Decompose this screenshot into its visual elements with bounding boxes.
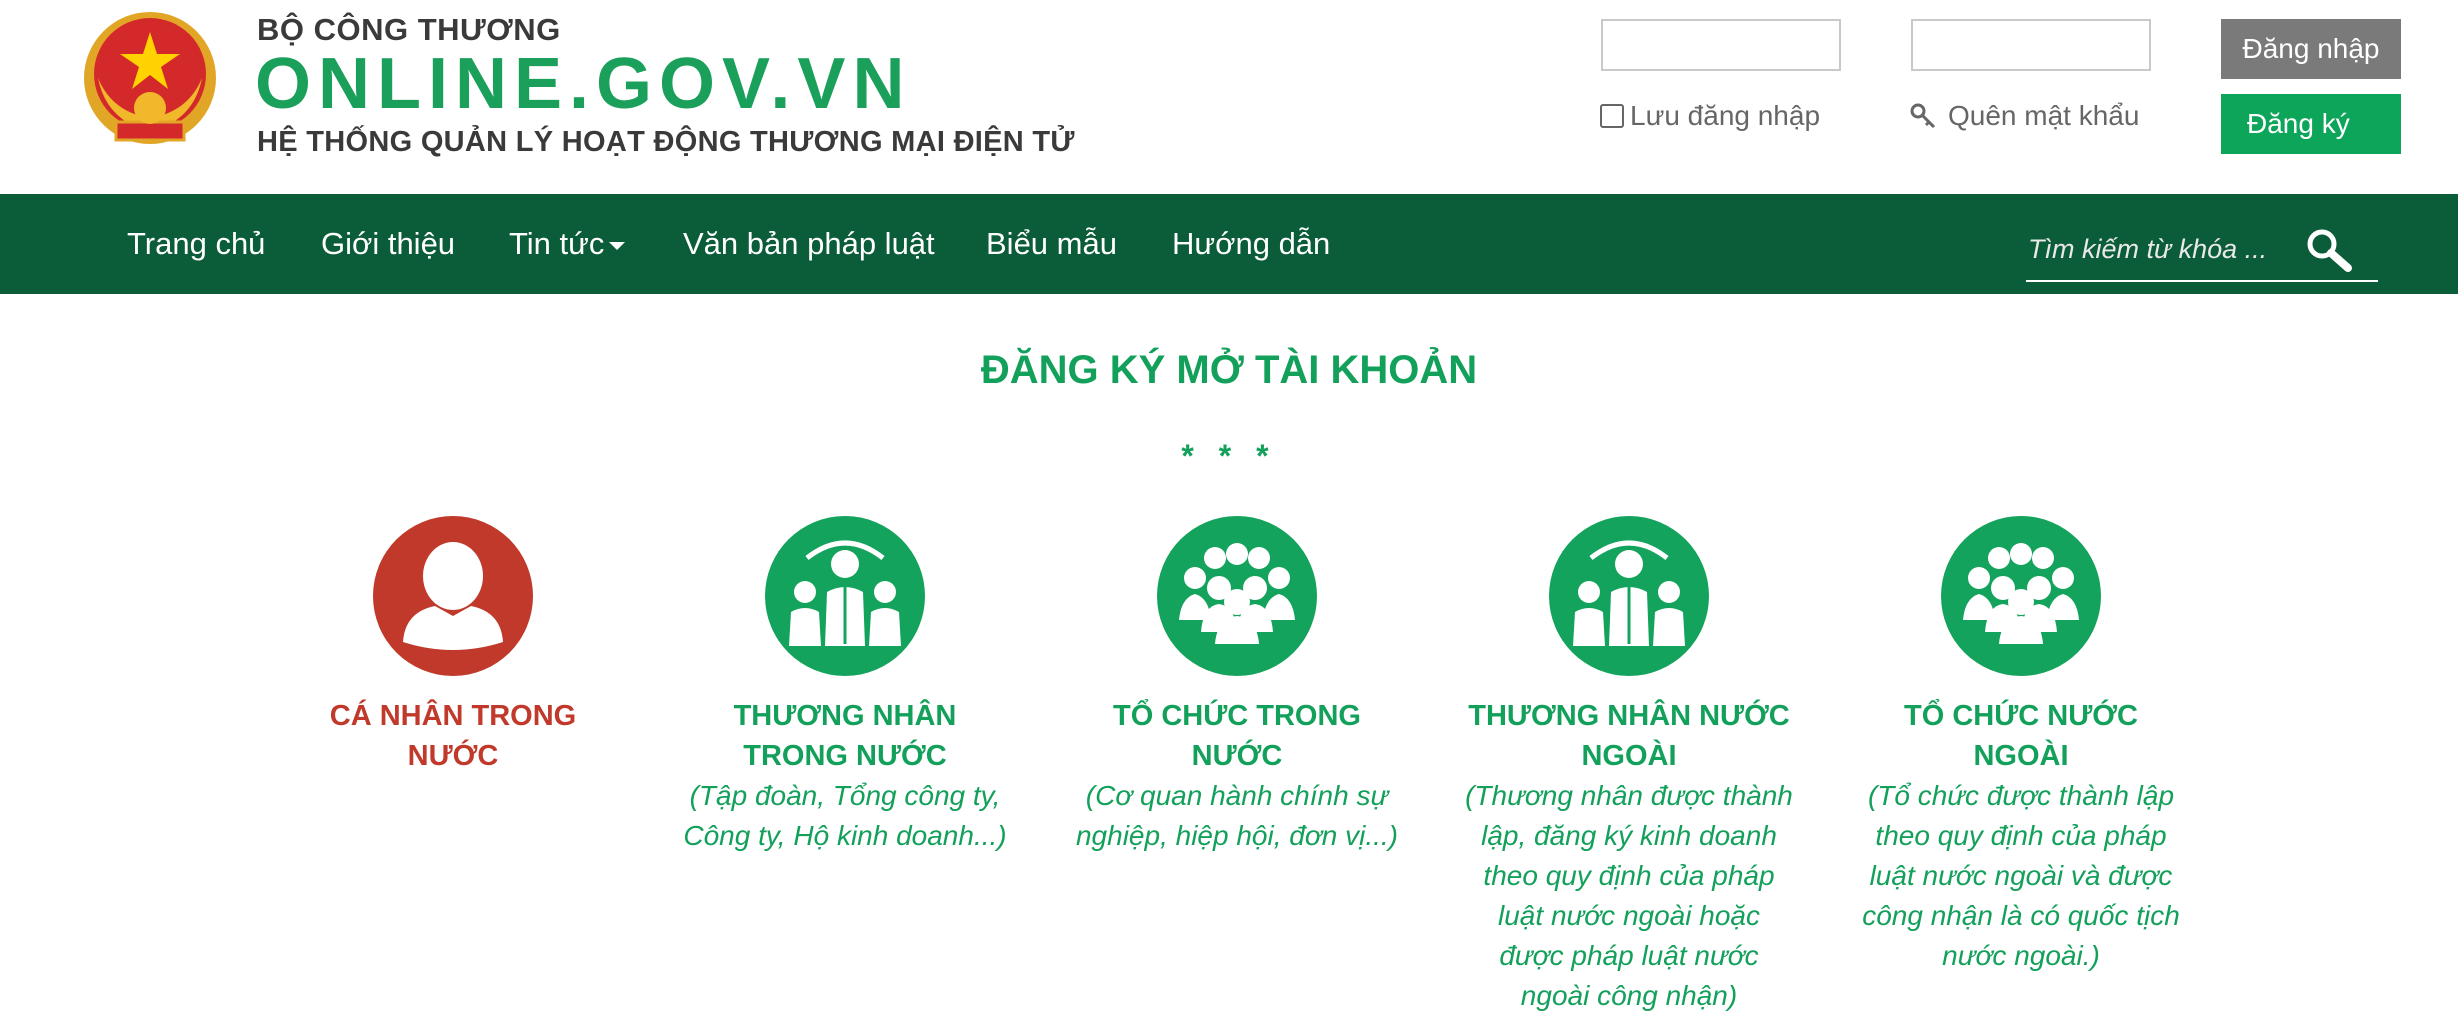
forgot-label: Quên mật khẩu	[1948, 100, 2140, 131]
card-title: TỔ CHỨC TRONG NƯỚC	[1113, 700, 1361, 772]
key-icon	[1910, 103, 1936, 129]
page-title: ĐĂNG KÝ MỞ TÀI KHOẢN	[980, 348, 1478, 392]
remember-login[interactable]: Lưu đăng nhập	[1600, 100, 1820, 132]
group-icon	[1157, 516, 1317, 676]
username-field[interactable]	[1601, 19, 1841, 71]
nav-item-home[interactable]: Trang chủ	[127, 226, 265, 262]
remember-label: Lưu đăng nhập	[1630, 100, 1821, 131]
card-description: (Cơ quan hành chính sự nghiệp, hiệp hội,…	[1075, 780, 1398, 851]
card-title: THƯƠNG NHÂN TRONG NƯỚC	[733, 700, 957, 772]
businessmen-icon	[1549, 516, 1709, 676]
national-emblem-logo[interactable]	[76, 8, 224, 152]
site-header: BỘ CÔNG THƯƠNG ONLINE.GOV.VN HỆ THỐNG QU…	[0, 0, 2458, 194]
password-field[interactable]	[1911, 19, 2151, 71]
forgot-password-link[interactable]: Quên mật khẩu	[1910, 100, 2139, 132]
card-description: (Tập đoàn, Tổng công ty, Công ty, Hộ kin…	[683, 780, 1007, 851]
search-icon[interactable]	[2304, 226, 2356, 274]
group-icon	[1941, 516, 2101, 676]
businessmen-icon	[765, 516, 925, 676]
card-description: (Thương nhân được thành lập, đăng ký kin…	[1465, 780, 1793, 1011]
caret-down-icon	[609, 241, 626, 250]
nav-item-forms[interactable]: Biểu mẫu	[986, 226, 1117, 262]
search-box	[2026, 218, 2378, 282]
account-type-merchant-domestic[interactable]: THƯƠNG NHÂN TRONG NƯỚC (Tập đoàn, Tổng c…	[680, 516, 1010, 856]
system-name: HỆ THỐNG QUẢN LÝ HOẠT ĐỘNG THƯƠNG MẠI ĐI…	[257, 126, 1075, 158]
site-name[interactable]: ONLINE.GOV.VN	[255, 46, 911, 122]
nav-item-legal-documents[interactable]: Văn bản pháp luật	[683, 226, 935, 262]
nav-item-about[interactable]: Giới thiệu	[321, 226, 455, 262]
account-type-individual-domestic[interactable]: CÁ NHÂN TRONG NƯỚC	[288, 516, 618, 776]
remember-checkbox[interactable]	[1600, 104, 1624, 128]
nav-item-guide[interactable]: Hướng dẫn	[1172, 226, 1330, 262]
login-button[interactable]: Đăng nhập	[2221, 19, 2401, 79]
nav-item-news-label: Tin tức	[509, 226, 605, 261]
ministry-name: BỘ CÔNG THƯƠNG	[257, 12, 561, 47]
person-icon	[373, 516, 533, 676]
register-button[interactable]: Đăng ký	[2221, 94, 2401, 154]
card-title: CÁ NHÂN TRONG NƯỚC	[329, 700, 577, 772]
title-divider: * * *	[1181, 438, 1277, 474]
card-title: THƯƠNG NHÂN NƯỚC NGOÀI	[1468, 700, 1790, 772]
nav-item-news[interactable]: Tin tức	[509, 226, 626, 262]
account-type-organization-domestic[interactable]: TỔ CHỨC TRONG NƯỚC (Cơ quan hành chính s…	[1072, 516, 1402, 856]
account-type-merchant-foreign[interactable]: THƯƠNG NHÂN NƯỚC NGOÀI (Thương nhân được…	[1464, 516, 1794, 1016]
card-title: TỔ CHỨC NƯỚC NGOÀI	[1904, 700, 2138, 772]
card-description: (Tổ chức được thành lập theo quy định củ…	[1862, 780, 2180, 971]
account-type-organization-foreign[interactable]: TỔ CHỨC NƯỚC NGOÀI (Tổ chức được thành l…	[1856, 516, 2186, 976]
search-input[interactable]	[2026, 224, 2300, 274]
